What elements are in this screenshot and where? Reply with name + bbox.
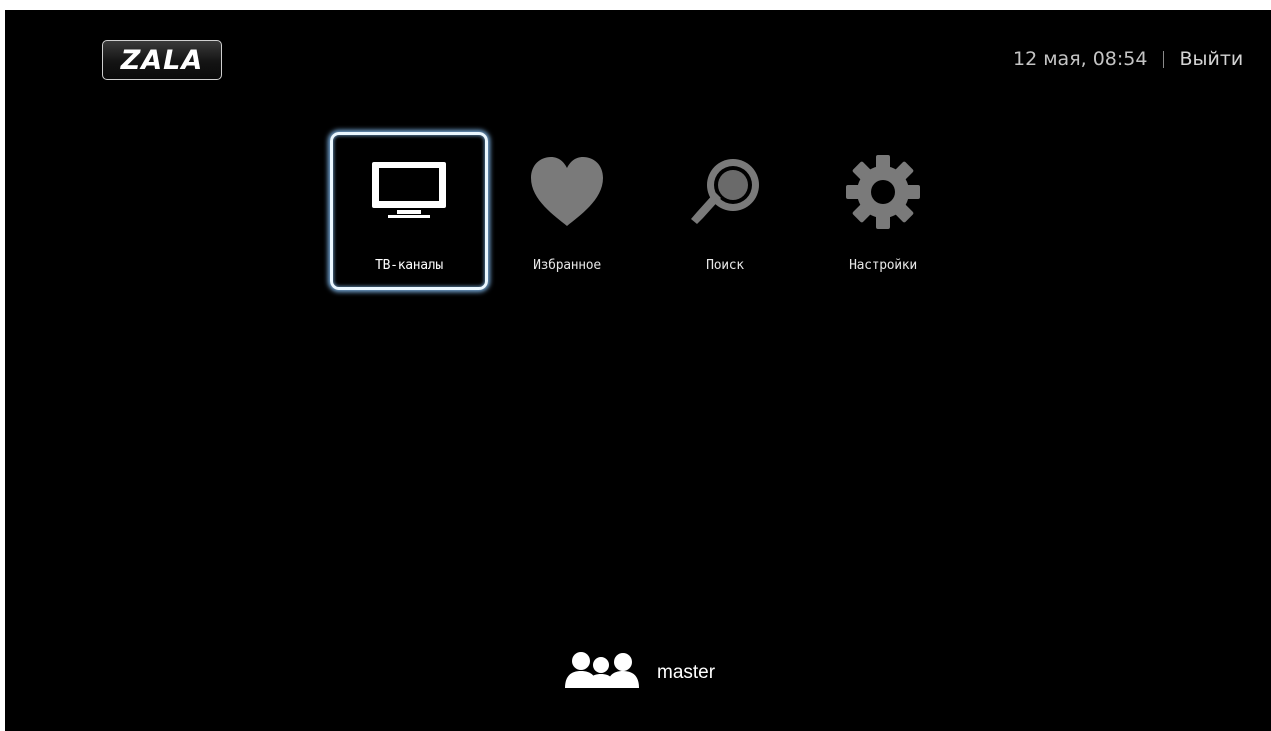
user-name: master: [657, 662, 716, 683]
menu-item-label: Настройки: [849, 258, 917, 273]
menu-item-favorites[interactable]: Избранное: [488, 132, 646, 290]
datetime: 12 мая, 08:54: [1013, 48, 1148, 70]
magnifier-icon: [683, 154, 767, 230]
gear-icon: [841, 154, 925, 230]
menu-item-search[interactable]: Поиск: [646, 132, 804, 290]
logo-text: ZALA: [120, 44, 204, 76]
header-separator: [1163, 50, 1165, 68]
menu-item-tv-channels[interactable]: ТВ-каналы: [330, 132, 488, 290]
menu-item-label: ТВ-каналы: [375, 258, 443, 273]
menu-item-settings[interactable]: Настройки: [804, 132, 962, 290]
user-profile[interactable]: master: [565, 650, 715, 690]
main-menu: ТВ-каналы Избранное Поиск Настройки: [330, 132, 962, 290]
zala-logo: ZALA: [102, 40, 222, 80]
menu-item-label: Поиск: [706, 258, 744, 273]
header-right: 12 мая, 08:54 Выйти: [1013, 48, 1243, 70]
logout-button[interactable]: Выйти: [1179, 48, 1243, 70]
users-icon: [565, 650, 641, 690]
menu-item-label: Избранное: [533, 258, 601, 273]
main-screen: ZALA 12 мая, 08:54 Выйти ТВ-каналы Избра…: [5, 10, 1271, 731]
heart-icon: [525, 154, 609, 230]
tv-icon: [367, 154, 451, 230]
